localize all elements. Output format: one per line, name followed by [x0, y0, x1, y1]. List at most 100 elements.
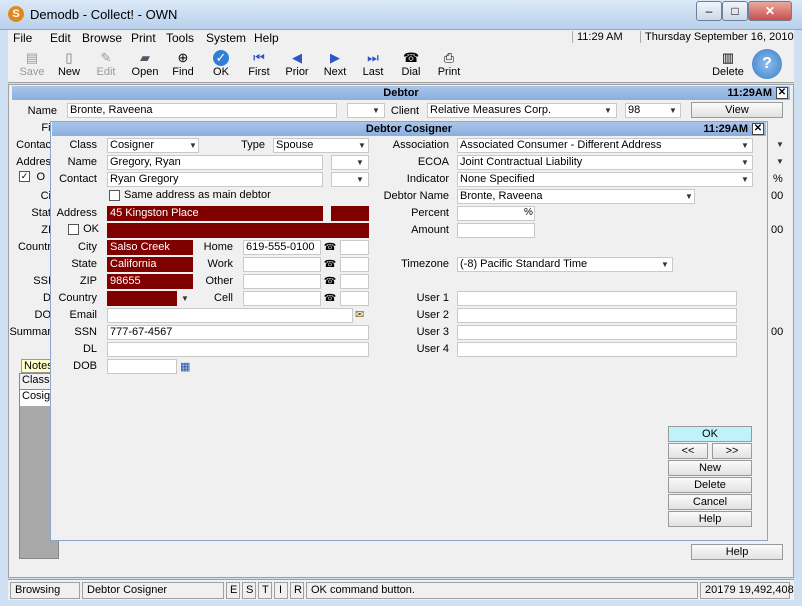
last-button[interactable]: ⏭ Last [355, 49, 391, 81]
dial-cell-phone-icon[interactable]: ☎ [323, 292, 337, 305]
city-field[interactable]: Salso Creek [107, 240, 193, 255]
debtor-name-dropdown[interactable]: ▼ [347, 103, 385, 118]
work-phone-field[interactable] [243, 257, 321, 272]
help-globe-icon[interactable]: ? [752, 49, 782, 79]
prior-button[interactable]: ◀ Prior [279, 49, 315, 81]
country-chevron-down-icon[interactable]: ▼ [178, 292, 192, 305]
client-number-chevron-down-icon[interactable]: ▼ [666, 104, 680, 117]
client-field[interactable]: Relative Measures Corp. [427, 103, 617, 118]
client-chevron-down-icon[interactable]: ▼ [601, 104, 615, 117]
first-button[interactable]: ⏮ First [241, 49, 277, 81]
ecoa-chevron-down-icon[interactable]: ▼ [738, 156, 752, 169]
save-button[interactable]: ▤ Save [14, 49, 50, 81]
other-ext-field[interactable] [340, 274, 369, 289]
country-field[interactable] [107, 291, 177, 306]
minimize-button[interactable]: – [696, 1, 722, 21]
address-field-2[interactable] [107, 223, 369, 238]
debtor-name-field[interactable]: Bronte, Raveena [67, 103, 337, 118]
dial-work-phone-icon[interactable]: ☎ [323, 258, 337, 271]
contact-dropdown[interactable]: ▼ [331, 172, 369, 187]
email-field[interactable] [107, 308, 353, 323]
new-button[interactable]: ▯ New [51, 49, 87, 81]
user4-field[interactable] [457, 342, 737, 357]
dialog-ok-button[interactable]: OK [668, 426, 752, 442]
type-label: Type [241, 139, 265, 151]
debtor-close-button[interactable]: ✕ [776, 87, 788, 99]
dial-other-phone-icon[interactable]: ☎ [323, 275, 337, 288]
menu-file[interactable]: File [13, 31, 32, 45]
percent-label: Percent [411, 207, 449, 219]
status-form: Debtor Cosigner [82, 582, 224, 599]
association-field[interactable]: Associated Consumer - Different Address [457, 138, 753, 153]
address-field-1b[interactable] [331, 206, 369, 221]
email-compose-icon[interactable]: ✉ [355, 308, 364, 321]
o-checkbox[interactable]: ✓ [19, 171, 30, 182]
user3-field[interactable] [457, 325, 737, 340]
same-address-checkbox[interactable] [109, 190, 120, 201]
find-button[interactable]: ⊕ Find [165, 49, 201, 81]
timezone-chevron-down-icon[interactable]: ▼ [658, 258, 672, 271]
dial-button[interactable]: ☎ Dial [393, 49, 429, 81]
user2-field[interactable] [457, 308, 737, 323]
work-ext-field[interactable] [340, 257, 369, 272]
delete-record-button[interactable]: ▥ Delete [708, 49, 748, 81]
timezone-field[interactable]: (-8) Pacific Standard Time [457, 257, 673, 272]
debtor-name-chevron-down-icon[interactable]: ▼ [682, 190, 696, 203]
print-button[interactable]: ⎙ Print [431, 49, 467, 81]
other-phone-field[interactable] [243, 274, 321, 289]
menu-print[interactable]: Print [131, 31, 156, 45]
maximize-button[interactable]: □ [722, 1, 748, 21]
indicator-chevron-down-icon[interactable]: ▼ [738, 173, 752, 186]
ssn-field[interactable]: 777-67-4567 [107, 325, 369, 340]
right-chevron-down-icon-1[interactable]: ▼ [773, 138, 787, 151]
dialog-new-button[interactable]: New [668, 460, 752, 476]
type-chevron-down-icon[interactable]: ▼ [355, 139, 369, 152]
calendar-icon[interactable]: ▦ [180, 360, 190, 373]
debtor-name-label: Name [27, 105, 57, 117]
address-field-1[interactable]: 45 Kingston Place [107, 206, 323, 221]
previous-button[interactable]: << [668, 443, 708, 459]
menu-browse[interactable]: Browse [82, 31, 122, 45]
indicator-field[interactable]: None Specified [457, 172, 753, 187]
dialog-cancel-button[interactable]: Cancel [668, 494, 752, 510]
open-button[interactable]: ▰ Open [127, 49, 163, 81]
next-button[interactable]: ▶ Next [317, 49, 353, 81]
name-field[interactable]: Gregory, Ryan [107, 155, 323, 170]
ok-checkbox[interactable] [68, 224, 79, 235]
menu-tools[interactable]: Tools [166, 31, 194, 45]
cell-ext-field[interactable] [340, 291, 369, 306]
menu-edit[interactable]: Edit [50, 31, 71, 45]
right-chevron-down-icon-2[interactable]: ▼ [773, 155, 787, 168]
cell-phone-field[interactable] [243, 291, 321, 306]
menu-help[interactable]: Help [254, 31, 279, 45]
status-flag-s: S [242, 582, 256, 599]
home-phone-field[interactable]: 619-555-0100 [243, 240, 321, 255]
home-ext-field[interactable] [340, 240, 369, 255]
dial-home-phone-icon[interactable]: ☎ [323, 241, 337, 254]
menu-system[interactable]: System [206, 31, 246, 45]
city-label: Ci [40, 190, 51, 202]
view-button[interactable]: View [691, 102, 783, 118]
zip-label: ZIP [79, 275, 97, 287]
next-record-button[interactable]: >> [712, 443, 752, 459]
close-button[interactable]: ✕ [748, 1, 792, 21]
dialog-delete-button[interactable]: Delete [668, 477, 752, 493]
class-chevron-down-icon[interactable]: ▼ [186, 139, 200, 152]
contact-field[interactable]: Ryan Gregory [107, 172, 323, 187]
association-chevron-down-icon[interactable]: ▼ [738, 139, 752, 152]
printer-icon: ⎙ [443, 50, 455, 65]
name-dropdown[interactable]: ▼ [331, 155, 369, 170]
dob-field[interactable] [107, 359, 177, 374]
dl-field[interactable] [107, 342, 369, 357]
amount-field[interactable] [457, 223, 535, 238]
ok-button[interactable]: ✓ OK [203, 49, 239, 81]
dialog-help-button[interactable]: Help [668, 511, 752, 527]
debtor-help-button[interactable]: Help [691, 544, 783, 560]
cosigner-close-button[interactable]: ✕ [752, 123, 764, 135]
edit-button[interactable]: ✎ Edit [88, 49, 124, 81]
user1-field[interactable] [457, 291, 737, 306]
ecoa-field[interactable]: Joint Contractual Liability [457, 155, 753, 170]
state-field[interactable]: California [107, 257, 193, 272]
zip-field[interactable]: 98655 [107, 274, 193, 289]
debtor-name-field[interactable]: Bronte, Raveena [457, 189, 695, 204]
